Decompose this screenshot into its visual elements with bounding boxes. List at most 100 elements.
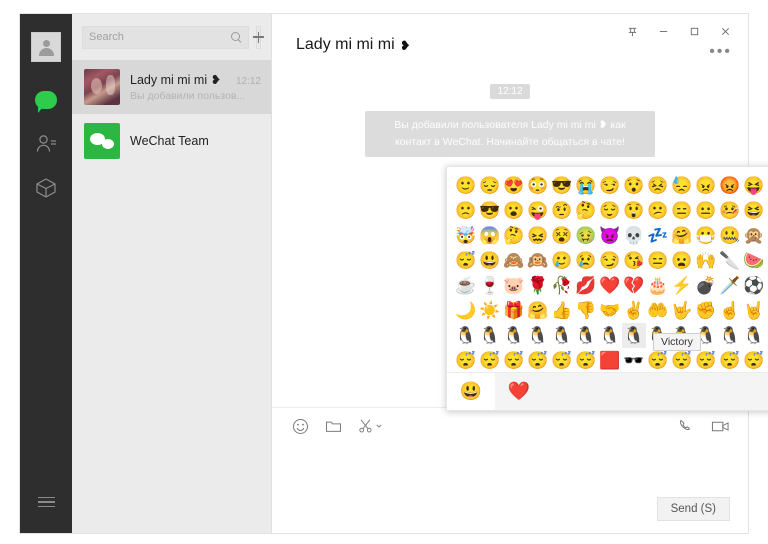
- emoji-cell[interactable]: 😦: [670, 248, 694, 273]
- emoji-cell[interactable]: 🐧: [718, 323, 742, 348]
- search-input[interactable]: [89, 31, 231, 43]
- emoji-cell[interactable]: 😷: [694, 223, 718, 248]
- emoji-cell[interactable]: 😕: [646, 198, 670, 223]
- emoji-cell[interactable]: 🌹: [526, 273, 550, 298]
- emoji-cell[interactable]: 😵: [550, 223, 574, 248]
- emoji-cell[interactable]: 🙊: [742, 223, 766, 248]
- emoji-cell[interactable]: 🙁: [454, 198, 478, 223]
- emoji-cell[interactable]: 😜: [526, 198, 550, 223]
- emoji-cell[interactable]: 😌: [598, 198, 622, 223]
- emoji-cell[interactable]: ⚽: [742, 273, 766, 298]
- emoji-cell[interactable]: 🍷: [478, 273, 502, 298]
- emoji-cell[interactable]: 😑: [646, 248, 670, 273]
- emoji-cell[interactable]: 💀: [622, 223, 646, 248]
- emoji-cell[interactable]: 😳: [526, 173, 550, 198]
- emoji-cell[interactable]: 🌙: [454, 298, 478, 323]
- emoji-cell[interactable]: 🙈: [502, 248, 526, 273]
- emoji-cell[interactable]: 🐧: [742, 323, 766, 348]
- emoji-cell[interactable]: 😢: [574, 248, 598, 273]
- emoji-cell[interactable]: ☝️: [718, 298, 742, 323]
- emoji-cell[interactable]: 💔: [622, 273, 646, 298]
- emoji-cell[interactable]: 🐧: [502, 323, 526, 348]
- emoji-cell[interactable]: 🗡️: [718, 273, 742, 298]
- emoji-cell[interactable]: 🐷: [502, 273, 526, 298]
- emoji-cell[interactable]: 😑: [670, 198, 694, 223]
- emoji-cell[interactable]: 🐧: [598, 323, 622, 348]
- emoji-cell[interactable]: ☀️: [478, 298, 502, 323]
- emoji-icon[interactable]: [292, 418, 309, 435]
- emoji-cell[interactable]: 😴: [526, 348, 550, 372]
- emoji-cell[interactable]: 🤟: [670, 298, 694, 323]
- sidebar-item-favorites[interactable]: [20, 166, 72, 210]
- emoji-cell[interactable]: 😐: [694, 198, 718, 223]
- emoji-cell[interactable]: 😔: [478, 173, 502, 198]
- emoji-cell[interactable]: 👿: [598, 223, 622, 248]
- emoji-cell[interactable]: 🕶️: [622, 348, 646, 372]
- emoji-cell[interactable]: 🙉: [526, 248, 550, 273]
- emoji-cell[interactable]: 😡: [718, 173, 742, 198]
- emoji-cell[interactable]: 😏: [598, 248, 622, 273]
- emoji-cell[interactable]: 🤘: [742, 298, 766, 323]
- emoji-cell[interactable]: 😴: [454, 348, 478, 372]
- emoji-cell[interactable]: 🤢: [574, 223, 598, 248]
- more-options-button[interactable]: •••: [709, 44, 732, 60]
- emoji-cell[interactable]: 😭: [574, 173, 598, 198]
- sidebar-item-chats[interactable]: [20, 78, 72, 122]
- emoji-cell[interactable]: 😃: [478, 248, 502, 273]
- emoji-cell[interactable]: 🐧: [574, 323, 598, 348]
- emoji-cell[interactable]: 😏: [598, 173, 622, 198]
- emoji-cell[interactable]: 😴: [454, 248, 478, 273]
- emoji-cell[interactable]: 😍: [502, 173, 526, 198]
- emoji-cell[interactable]: 🥀: [550, 273, 574, 298]
- emoji-cell[interactable]: 😴: [718, 348, 742, 372]
- search-box[interactable]: [82, 25, 249, 49]
- emoji-cell[interactable]: 👍: [550, 298, 574, 323]
- emoji-cell[interactable]: 🤝: [598, 298, 622, 323]
- avatar[interactable]: [31, 32, 61, 62]
- emoji-cell[interactable]: 😎: [550, 173, 574, 198]
- emoji-cell[interactable]: 🍉: [742, 248, 766, 273]
- emoji-cell[interactable]: 💋: [574, 273, 598, 298]
- emoji-tab-smileys[interactable]: 😃: [447, 373, 495, 410]
- emoji-cell[interactable]: 🤒: [718, 198, 742, 223]
- chat-list-item-lady[interactable]: Lady mi mi mi ❥ 12:12 Вы добавили пользо…: [72, 60, 271, 114]
- emoji-cell[interactable]: 🤔: [502, 223, 526, 248]
- emoji-cell[interactable]: 😝: [742, 173, 766, 198]
- emoji-cell[interactable]: 😖: [526, 223, 550, 248]
- emoji-cell[interactable]: 🐧: [478, 323, 502, 348]
- emoji-cell[interactable]: 😓: [670, 173, 694, 198]
- emoji-cell[interactable]: 🤲: [646, 298, 670, 323]
- emoji-cell[interactable]: 😲: [622, 198, 646, 223]
- emoji-cell[interactable]: 🤗: [670, 223, 694, 248]
- emoji-cell[interactable]: 😘: [622, 248, 646, 273]
- emoji-cell[interactable]: 😴: [502, 348, 526, 372]
- emoji-cell[interactable]: 😴: [574, 348, 598, 372]
- emoji-cell[interactable]: 😴: [646, 348, 670, 372]
- emoji-cell[interactable]: 😣: [646, 173, 670, 198]
- emoji-cell[interactable]: 🔪: [718, 248, 742, 273]
- emoji-cell[interactable]: 🤯: [454, 223, 478, 248]
- emoji-cell[interactable]: 😎: [478, 198, 502, 223]
- emoji-cell[interactable]: 🤐: [718, 223, 742, 248]
- emoji-cell[interactable]: 👎: [574, 298, 598, 323]
- emoji-cell[interactable]: 🐧: [526, 323, 550, 348]
- emoji-cell[interactable]: 🤨: [550, 198, 574, 223]
- chat-list-item-wechat-team[interactable]: WeChat Team: [72, 114, 271, 168]
- emoji-cell[interactable]: 😴: [478, 348, 502, 372]
- scissors-icon[interactable]: [358, 418, 382, 434]
- emoji-cell[interactable]: 💣: [694, 273, 718, 298]
- folder-icon[interactable]: [325, 418, 342, 435]
- emoji-cell[interactable]: 🐧: [454, 323, 478, 348]
- emoji-cell[interactable]: 🐧: [550, 323, 574, 348]
- emoji-cell[interactable]: 🥲: [550, 248, 574, 273]
- message-input[interactable]: [272, 444, 748, 493]
- emoji-cell[interactable]: 🎂: [646, 273, 670, 298]
- emoji-cell[interactable]: 💤: [646, 223, 670, 248]
- emoji-cell[interactable]: 🟥: [598, 348, 622, 372]
- add-chat-button[interactable]: [253, 25, 264, 49]
- emoji-cell[interactable]: 🙌: [694, 248, 718, 273]
- emoji-cell[interactable]: 😴: [694, 348, 718, 372]
- emoji-cell[interactable]: ☕: [454, 273, 478, 298]
- emoji-cell[interactable]: 😯: [622, 173, 646, 198]
- emoji-cell[interactable]: ⚡: [670, 273, 694, 298]
